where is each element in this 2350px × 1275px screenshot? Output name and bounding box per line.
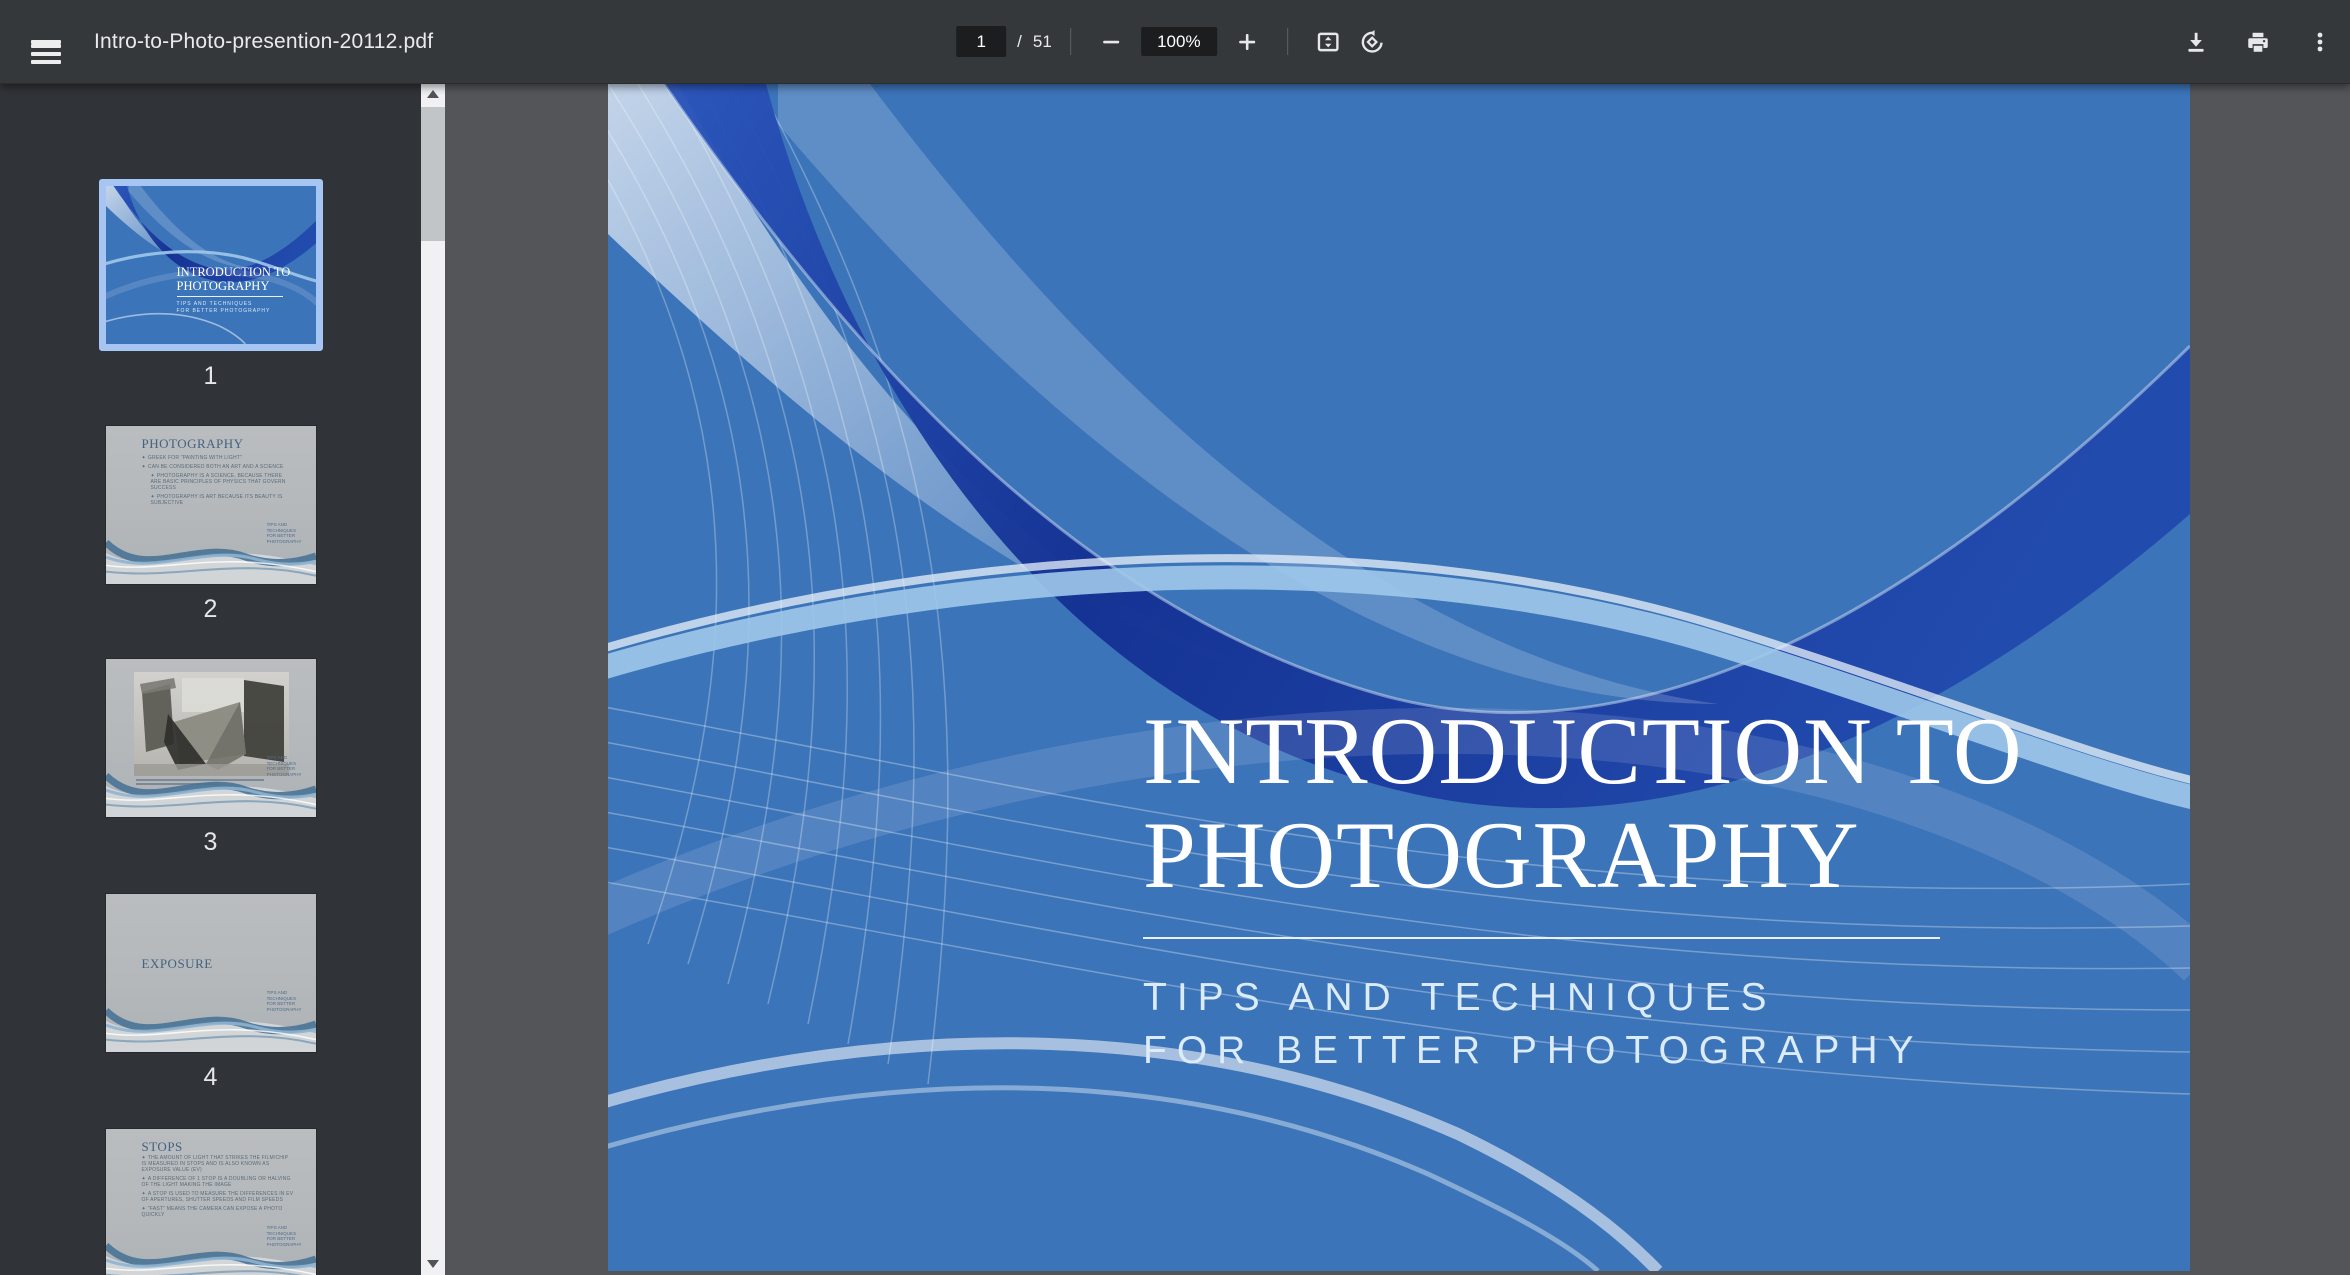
sidebar-scrollbar[interactable] [421, 83, 445, 1275]
scrollbar-down-button[interactable] [421, 1253, 445, 1275]
thumb-bullet: PHOTOGRAPHY IS A SCIENCE, BECAUSE THERE … [151, 473, 294, 491]
thumb-title-line2: PHOTOGRAPHY [177, 280, 291, 294]
thumb-bullet: THE AMOUNT OF LIGHT THAT STRIKES THE FIL… [142, 1155, 294, 1173]
thumb-bullet: A STOP IS USED TO MEASURE THE DIFFERENCE… [142, 1191, 294, 1203]
thumbnail-cell-4: EXPOSURE TIPS ANDTECHNIQUES FOR BETTERPH… [0, 894, 421, 1092]
thumbnail-page-number: 4 [204, 1063, 218, 1092]
page-divider: / [1017, 32, 1022, 52]
print-button[interactable] [2236, 20, 2280, 64]
more-options-button[interactable] [2298, 20, 2342, 64]
scrollbar-thumb[interactable] [421, 107, 445, 241]
thumbnail-page-3[interactable]: TIPS ANDTECHNIQUES FOR BETTERPHOTOGRAPHY [106, 659, 316, 817]
thumbnail-slide-3: TIPS ANDTECHNIQUES FOR BETTERPHOTOGRAPHY [106, 659, 316, 817]
menu-button[interactable] [24, 20, 68, 64]
toolbar-left: Intro-to-Photo-presention-20112.pdf [0, 20, 433, 64]
plus-icon [1235, 30, 1259, 54]
zoom-out-button[interactable] [1089, 20, 1133, 64]
thumb-slide5-bullets: THE AMOUNT OF LIGHT THAT STRIKES THE FIL… [142, 1155, 294, 1221]
toolbar-separator [1070, 28, 1071, 55]
wave-art [608, 84, 2190, 1271]
rotate-button[interactable] [1350, 20, 1394, 64]
thumb-bullet: CAN BE CONSIDERED BOTH AN ART AND A SCIE… [142, 464, 294, 470]
thumbnail-page-1[interactable]: INTRODUCTION TO PHOTOGRAPHY TIPS AND TEC… [99, 179, 323, 351]
wave-footer [106, 990, 316, 1052]
thumbnail-page-2[interactable]: PHOTOGRAPHY GREEK FOR "PAINTING WITH LIG… [106, 426, 316, 584]
minus-icon [1099, 30, 1123, 54]
document-title: Intro-to-Photo-presention-20112.pdf [94, 30, 433, 54]
thumbnail-1-text: INTRODUCTION TO PHOTOGRAPHY TIPS AND TEC… [177, 266, 291, 315]
pdf-viewer-window: Intro-to-Photo-presention-20112.pdf / 51… [0, 0, 2350, 1275]
thumbnail-page-number: 2 [204, 595, 218, 624]
thumbnail-slide-2: PHOTOGRAPHY GREEK FOR "PAINTING WITH LIG… [106, 426, 316, 584]
hamburger-icon [31, 40, 61, 44]
title-divider [1143, 937, 1940, 939]
wave-footer [106, 522, 316, 584]
thumb-slide2-bullets: GREEK FOR "PAINTING WITH LIGHT" CAN BE C… [142, 455, 294, 509]
pdf-page-1: INTRODUCTION TO PHOTOGRAPHY TIPS AND TEC… [608, 84, 2190, 1271]
thumb-bullet: A DIFFERENCE OF 1 STOP IS A DOUBLING OR … [142, 1176, 294, 1188]
thumbnail-page-4[interactable]: EXPOSURE TIPS ANDTECHNIQUES FOR BETTERPH… [106, 894, 316, 1052]
slide-title-line1: INTRODUCTION TO [1143, 699, 2023, 803]
thumb-subtitle-line2: FOR BETTER PHOTOGRAPHY [177, 308, 291, 315]
slide-title-block: INTRODUCTION TO PHOTOGRAPHY TIPS AND TEC… [1143, 699, 2023, 1077]
thumb-slide5-title: STOPS [142, 1139, 183, 1155]
toolbar-separator [1287, 28, 1288, 55]
thumbnail-slide-5: STOPS THE AMOUNT OF LIGHT THAT STRIKES T… [106, 1129, 316, 1275]
thumbnail-cell-1: INTRODUCTION TO PHOTOGRAPHY TIPS AND TEC… [0, 179, 421, 391]
document-viewport: INTRODUCTION TO PHOTOGRAPHY TIPS AND TEC… [445, 83, 2350, 1275]
page-total: 51 [1033, 32, 1052, 52]
slide-subtitle-line1: TIPS AND TECHNIQUES [1143, 971, 2023, 1024]
slide-title-line2: PHOTOGRAPHY [1143, 803, 2023, 907]
triangle-up-icon [427, 90, 439, 98]
triangle-down-icon [427, 1260, 439, 1268]
thumbnail-cell-2: PHOTOGRAPHY GREEK FOR "PAINTING WITH LIG… [0, 426, 421, 624]
wave-footer [106, 1225, 316, 1275]
rotate-counterclockwise-icon [1359, 29, 1385, 55]
thumb-title-line1: INTRODUCTION TO [177, 266, 291, 280]
zoom-level-display: 100% [1141, 27, 1217, 56]
thumbnail-page-5[interactable]: STOPS THE AMOUNT OF LIGHT THAT STRIKES T… [106, 1129, 316, 1275]
thumb-subtitle-line1: TIPS AND TECHNIQUES [177, 301, 291, 308]
thumb-slide4-title: EXPOSURE [142, 956, 213, 972]
thumb-slide2-title: PHOTOGRAPHY [142, 436, 244, 452]
thumbnail-cell-3: TIPS ANDTECHNIQUES FOR BETTERPHOTOGRAPHY… [0, 659, 421, 857]
thumbnail-slide-4: EXPOSURE TIPS ANDTECHNIQUES FOR BETTERPH… [106, 894, 316, 1052]
three-dot-menu-icon [2308, 30, 2332, 54]
fit-page-button[interactable] [1306, 20, 1350, 64]
download-icon [2183, 29, 2209, 55]
thumbnail-sidebar: INTRODUCTION TO PHOTOGRAPHY TIPS AND TEC… [0, 83, 445, 1275]
thumbnail-page-number: 1 [204, 362, 218, 391]
printer-icon [2245, 29, 2271, 55]
thumb-title-divider [177, 296, 283, 297]
zoom-in-button[interactable] [1225, 20, 1269, 64]
toolbar: Intro-to-Photo-presention-20112.pdf / 51… [0, 0, 2350, 84]
thumbnail-page-number: 3 [204, 828, 218, 857]
wave-footer [106, 755, 316, 817]
slide-subtitle-line2: FOR BETTER PHOTOGRAPHY [1143, 1024, 2023, 1077]
thumb-bullet: GREEK FOR "PAINTING WITH LIGHT" [142, 455, 294, 461]
download-button[interactable] [2174, 20, 2218, 64]
toolbar-right [2174, 20, 2350, 64]
fit-to-page-icon [1315, 29, 1341, 55]
thumb-bullet: PHOTOGRAPHY IS ART BECAUSE ITS BEAUTY IS… [151, 494, 294, 506]
scrollbar-up-button[interactable] [421, 83, 445, 105]
thumb-bullet: "FAST" MEANS THE CAMERA CAN EXPOSE A PHO… [142, 1206, 294, 1218]
thumbnail-cell-5: STOPS THE AMOUNT OF LIGHT THAT STRIKES T… [0, 1129, 421, 1275]
page-number-input[interactable] [956, 26, 1006, 57]
toolbar-center: / 51 100% [956, 0, 1394, 83]
thumbnail-slide-1: INTRODUCTION TO PHOTOGRAPHY TIPS AND TEC… [106, 186, 316, 344]
